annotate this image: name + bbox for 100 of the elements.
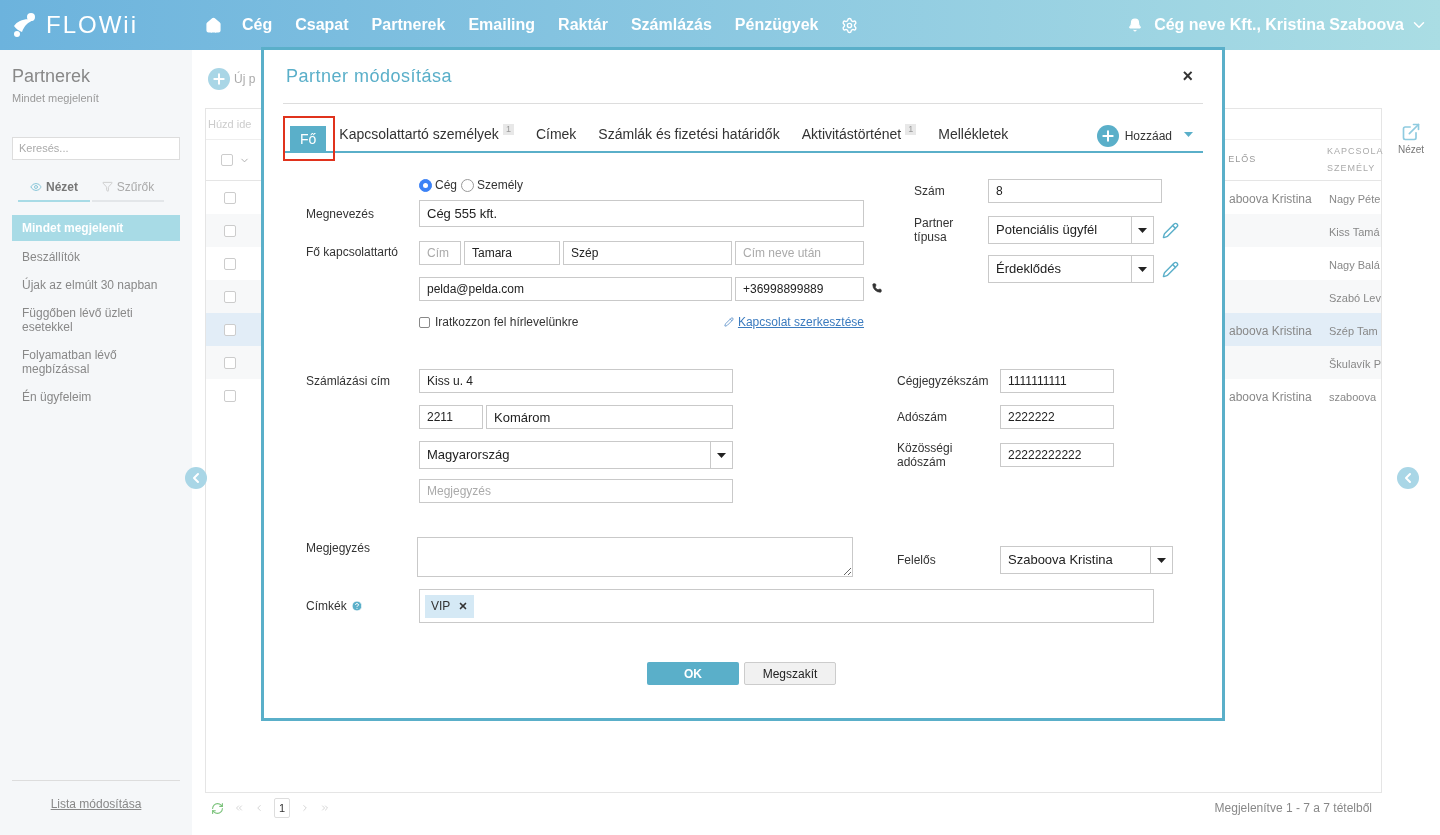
close-button[interactable]: × xyxy=(1182,63,1193,90)
city-field[interactable]: Komárom xyxy=(486,405,733,429)
checkbox-label: Iratkozzon fel hírlevelünkre xyxy=(435,314,579,331)
field-label: Megnevezés xyxy=(306,205,376,223)
registry-field[interactable]: 22222222222 xyxy=(1000,443,1114,467)
help-icon[interactable] xyxy=(350,600,363,612)
last-name-field[interactable]: Szép xyxy=(563,241,732,265)
field-label: Megjegyzés xyxy=(306,540,372,557)
dialog-tab[interactable]: Mellékletek xyxy=(938,124,1009,145)
note-field[interactable]: Megjegyzés xyxy=(419,479,733,503)
field-label: Címkék xyxy=(306,598,347,615)
note-textarea[interactable] xyxy=(416,537,853,577)
checkbox[interactable] xyxy=(224,224,236,237)
sidebar-title: Partnerek xyxy=(12,65,92,88)
add-icon[interactable] xyxy=(208,68,230,90)
first-name-field[interactable]: Tamara xyxy=(464,241,560,265)
view-button[interactable]: Nézet xyxy=(1397,122,1425,157)
title-field[interactable]: Cím xyxy=(419,241,461,265)
refresh-icon[interactable] xyxy=(211,801,224,815)
dialog-tab[interactable]: Kapcsolattartó személyek 1 xyxy=(339,124,514,145)
external-link-icon xyxy=(1401,122,1421,142)
table-cell: Szép Tam xyxy=(1329,324,1378,337)
radio-button[interactable] xyxy=(461,178,474,192)
tags-field[interactable]: VIP xyxy=(419,589,1154,623)
search-field[interactable]: Keresés... xyxy=(12,136,180,160)
dialog-tab[interactable]: Címek xyxy=(535,124,577,145)
sidebar-tab[interactable]: Nézet xyxy=(18,177,90,202)
field-label: Partner típusa xyxy=(914,216,955,244)
pencil-icon[interactable] xyxy=(723,317,734,327)
radio-label: Cég xyxy=(435,177,457,194)
plus-icon xyxy=(1099,128,1116,144)
eye-icon xyxy=(30,180,42,193)
name-field[interactable]: Cég 555 kft. xyxy=(419,200,864,227)
table-cell: Kiss Tamá xyxy=(1329,225,1380,238)
tag-chip: VIP xyxy=(425,594,475,618)
field-label: Adószám xyxy=(897,410,949,424)
registry-field[interactable]: 1111111111 xyxy=(1000,369,1114,393)
bell-icon[interactable] xyxy=(1128,18,1143,32)
pager-summary: Megjelenítve 1 - 7 a 7 tételből xyxy=(1214,800,1373,817)
dialog-title: Partner módosítása xyxy=(286,65,454,88)
checkbox[interactable] xyxy=(224,290,236,303)
add-button[interactable]: Hozzáad xyxy=(1096,125,1172,147)
sidebar-subtitle: Mindet megjelenít xyxy=(12,91,100,106)
previous-page-icon[interactable] xyxy=(254,803,264,813)
checkbox[interactable] xyxy=(221,154,233,166)
field-label: Számlázási cím xyxy=(306,373,392,390)
pencil-icon[interactable] xyxy=(1162,260,1179,278)
field-label: Fő kapcsolattartó xyxy=(306,244,400,261)
remove-icon[interactable] xyxy=(458,601,469,611)
field-label: Felelős xyxy=(897,552,937,569)
table-cell: szaboova xyxy=(1329,390,1377,403)
filter-icon xyxy=(101,181,113,192)
field-label: Cégjegyzékszám xyxy=(897,374,990,388)
checkbox[interactable] xyxy=(224,389,236,402)
field-label: Szám xyxy=(914,183,946,200)
edit-contact-link[interactable]: Kapcsolat szerkesztése xyxy=(737,313,864,331)
checkbox[interactable] xyxy=(419,316,430,328)
phone-icon[interactable] xyxy=(872,283,882,293)
number-field[interactable]: 8 xyxy=(988,179,1162,203)
settings-icon[interactable] xyxy=(841,16,859,34)
suffix-field[interactable]: Cím neve után xyxy=(735,241,864,265)
cancel-button[interactable]: Megszakít xyxy=(744,662,836,685)
caret-icon xyxy=(1138,266,1147,272)
dialog-tab[interactable]: Számlák és fizetési határidők xyxy=(598,124,780,145)
count-badge: 1 xyxy=(905,124,917,135)
caret-icon[interactable] xyxy=(1184,132,1193,137)
responsible-select[interactable]: Szaboova Kristina xyxy=(1000,546,1173,574)
home-icon[interactable] xyxy=(205,16,222,34)
stage-select[interactable]: Érdeklődés xyxy=(988,255,1154,283)
last-page-icon[interactable] xyxy=(320,803,330,813)
radio-button[interactable] xyxy=(419,178,432,192)
table-cell: Szabó Lev xyxy=(1329,291,1381,304)
checkbox[interactable] xyxy=(224,257,236,270)
table-cell: aboova Kristina xyxy=(1229,389,1312,404)
checkbox[interactable] xyxy=(224,191,236,204)
checkbox[interactable] xyxy=(224,356,236,369)
page-number[interactable]: 1 xyxy=(274,798,290,818)
country-select[interactable]: Magyarország xyxy=(419,441,733,469)
registry-field[interactable]: 2222222 xyxy=(1000,405,1114,429)
table-cell: aboova Kristina xyxy=(1229,323,1312,338)
caret-icon xyxy=(1138,227,1147,233)
caret-icon xyxy=(1157,557,1166,563)
table-cell: Nagy Péte xyxy=(1329,192,1381,205)
pencil-icon[interactable] xyxy=(1162,221,1179,239)
zip-field[interactable]: 2211 xyxy=(419,405,483,429)
next-page-icon[interactable] xyxy=(300,803,310,813)
logo-icon xyxy=(12,12,38,38)
checkbox[interactable] xyxy=(224,323,236,336)
logo-text: FLOWii xyxy=(46,10,138,40)
dialog-tab[interactable]: Aktivitástörténet 1 xyxy=(801,124,917,145)
radio-label: Személy xyxy=(477,177,524,194)
field-label: Közösségi adószám xyxy=(897,441,954,469)
street-field[interactable]: Kiss u. 4 xyxy=(419,369,733,393)
count-badge: 1 xyxy=(502,124,514,135)
first-page-icon[interactable] xyxy=(234,803,244,813)
phone-field[interactable]: +36998899889 xyxy=(735,277,864,301)
email-field[interactable]: pelda@pelda.com xyxy=(419,277,732,301)
table-cell: aboova Kristina xyxy=(1229,191,1312,206)
partner-type-select[interactable]: Potenciális ügyfél xyxy=(988,216,1154,244)
collapse-right-button[interactable] xyxy=(1397,467,1419,489)
